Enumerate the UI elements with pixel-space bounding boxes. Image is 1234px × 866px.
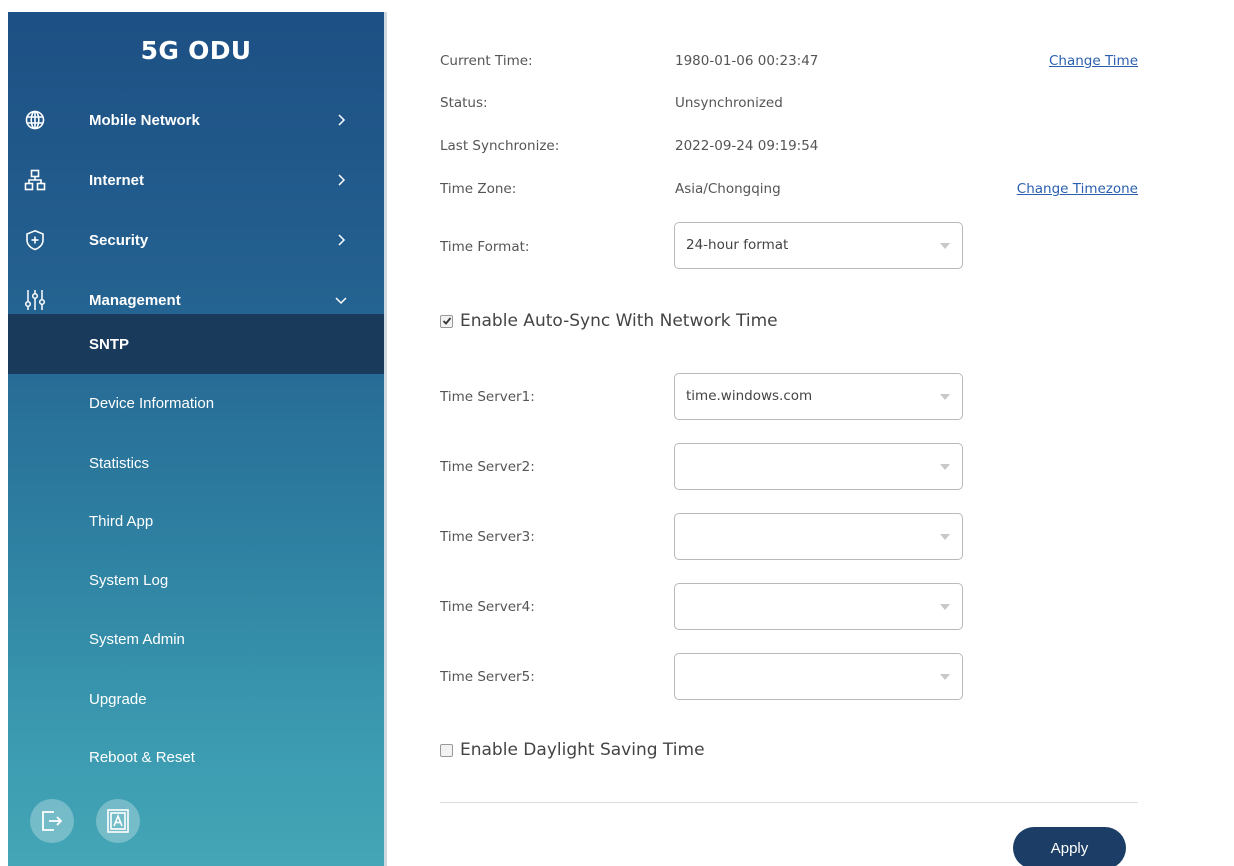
time-server3-select[interactable] xyxy=(674,513,963,560)
sub-item-label: Upgrade xyxy=(89,690,147,708)
auto-sync-toggle[interactable]: Enable Auto-Sync With Network Time xyxy=(440,311,778,331)
time-server2-label: Time Server2: xyxy=(440,459,535,475)
status-value: Unsynchronized xyxy=(675,95,783,111)
sidebar-item-device-information[interactable]: Device Information xyxy=(8,374,384,432)
time-zone-label: Time Zone: xyxy=(440,181,517,197)
chevron-down-icon xyxy=(335,297,347,305)
sub-item-label: System Log xyxy=(89,571,169,589)
current-time-label: Current Time: xyxy=(440,53,533,69)
caret-down-icon xyxy=(940,604,950,610)
nav-item-mobile-network[interactable]: Mobile Network xyxy=(8,90,384,150)
sliders-icon xyxy=(24,290,46,310)
sidebar-item-statistics[interactable]: Statistics xyxy=(8,434,384,492)
sntp-panel: Current Time: 1980-01-06 00:23:47 Change… xyxy=(440,0,1140,866)
select-value: 24-hour format xyxy=(686,237,789,253)
time-server2-select[interactable] xyxy=(674,443,963,490)
status-label: Status: xyxy=(440,95,488,111)
caret-down-icon xyxy=(940,674,950,680)
change-time-link[interactable]: Change Time xyxy=(1049,53,1138,69)
time-server4-select[interactable] xyxy=(674,583,963,630)
nav-label: Internet xyxy=(89,171,145,189)
change-timezone-link[interactable]: Change Timezone xyxy=(1017,181,1138,197)
caret-down-icon xyxy=(940,534,950,540)
current-time-value: 1980-01-06 00:23:47 xyxy=(675,53,819,69)
chevron-right-icon xyxy=(338,174,346,186)
last-sync-label: Last Synchronize: xyxy=(440,138,560,154)
time-server4-label: Time Server4: xyxy=(440,599,535,615)
divider xyxy=(440,802,1138,803)
sidebar-item-third-app[interactable]: Third App xyxy=(8,492,384,550)
network-icon xyxy=(24,169,46,191)
logout-icon xyxy=(42,811,63,831)
daylight-saving-label: Enable Daylight Saving Time xyxy=(460,740,705,760)
chevron-right-icon xyxy=(338,234,346,246)
last-sync-value: 2022-09-24 09:19:54 xyxy=(675,138,819,154)
nav-label: Management xyxy=(89,291,181,309)
daylight-saving-checkbox[interactable] xyxy=(440,743,453,757)
caret-down-icon xyxy=(940,464,950,470)
sub-item-label: Reboot & Reset xyxy=(89,748,195,766)
time-server3-label: Time Server3: xyxy=(440,529,535,545)
sub-item-label: Third App xyxy=(89,512,154,530)
time-zone-value: Asia/Chongqing xyxy=(675,181,781,197)
caret-down-icon xyxy=(940,243,950,249)
font-size-button[interactable] xyxy=(96,799,140,843)
sub-item-label: System Admin xyxy=(89,630,185,648)
sidebar-divider xyxy=(384,12,387,866)
time-format-label: Time Format: xyxy=(440,239,530,255)
time-server5-select[interactable] xyxy=(674,653,963,700)
sidebar-item-upgrade[interactable]: Upgrade xyxy=(8,670,384,728)
nav-item-internet[interactable]: Internet xyxy=(8,150,384,210)
auto-sync-checkbox[interactable] xyxy=(440,314,453,328)
time-server1-select[interactable]: time.windows.com xyxy=(674,373,963,420)
sidebar-item-system-log[interactable]: System Log xyxy=(8,551,384,609)
nav-item-security[interactable]: Security xyxy=(8,210,384,270)
caret-down-icon xyxy=(940,394,950,400)
apply-button[interactable]: Apply xyxy=(1013,827,1126,866)
font-size-icon xyxy=(107,809,129,833)
logout-button[interactable] xyxy=(30,799,74,843)
sidebar-item-sntp[interactable]: SNTP xyxy=(8,314,384,374)
sidebar-item-system-admin[interactable]: System Admin xyxy=(8,610,384,668)
shield-plus-icon xyxy=(26,229,44,251)
nav-label: Mobile Network xyxy=(89,111,200,129)
nav-label: Security xyxy=(89,231,149,249)
sub-item-label: Statistics xyxy=(89,454,150,472)
daylight-saving-toggle[interactable]: Enable Daylight Saving Time xyxy=(440,740,705,760)
check-icon xyxy=(442,317,451,325)
sidebar: 5G ODU Mobile Network Internet Security xyxy=(8,12,384,866)
sub-item-label: SNTP xyxy=(89,335,130,353)
auto-sync-label: Enable Auto-Sync With Network Time xyxy=(460,311,778,331)
sub-item-label: Device Information xyxy=(89,394,215,412)
select-value: time.windows.com xyxy=(686,388,813,404)
globe-icon xyxy=(25,110,45,130)
time-server5-label: Time Server5: xyxy=(440,669,535,685)
time-format-select[interactable]: 24-hour format xyxy=(674,222,963,269)
brand-title: 5G ODU xyxy=(140,36,252,65)
sidebar-item-reboot-reset[interactable]: Reboot & Reset xyxy=(8,728,384,786)
chevron-right-icon xyxy=(338,114,346,126)
time-server1-label: Time Server1: xyxy=(440,389,535,405)
